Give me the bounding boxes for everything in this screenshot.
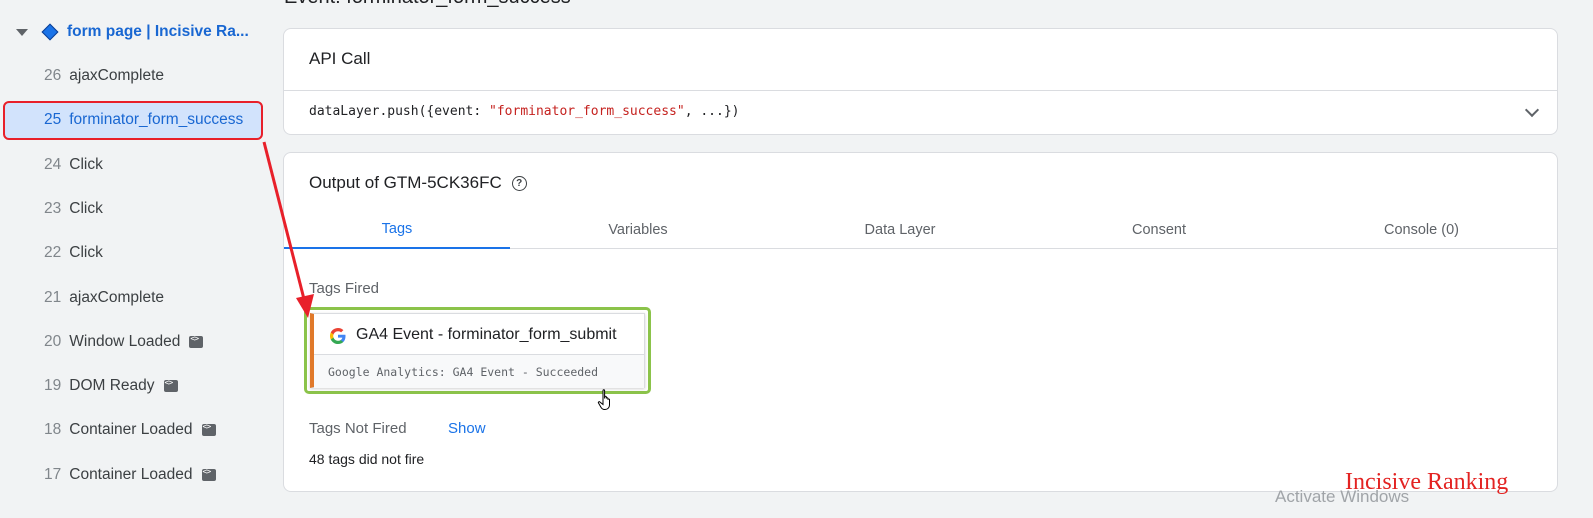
event-number: 19 [44,377,62,395]
event-label: Click [69,244,103,262]
google-icon [330,328,346,344]
sidebar-event-item[interactable]: 23 Click [44,197,103,221]
sidebar-event-item[interactable]: 21 ajaxComplete [44,286,164,310]
fired-tag-highlight: GA4 Event - forminator_form_submit Googl… [304,307,651,394]
fired-tag-subtitle: Google Analytics: GA4 Event - Succeeded [328,365,599,379]
not-fired-count: 48 tags did not fire [309,451,425,467]
code-event-string: "forminator_form_success" [489,104,685,119]
sidebar-event-item[interactable]: 22 Click [44,241,103,265]
tab-data-layer[interactable]: Data Layer [766,211,1034,249]
page-diamond-icon [41,23,59,41]
page-tree-item[interactable]: form page | Incisive Ra... [14,20,249,44]
output-title-text: Output of GTM-5CK36FC [309,173,502,192]
sidebar: form page | Incisive Ra... 26 ajaxComplet… [0,0,270,518]
tags-fired-label: Tags Fired [309,280,380,297]
api-call-code: dataLayer.push({event: "forminator_form_… [309,104,739,119]
sidebar-event-item[interactable]: 17 Container Loaded [44,463,216,487]
code-icon [189,334,204,348]
event-label: Container Loaded [69,465,193,483]
code-suffix: , ...}) [684,104,740,119]
event-number: 21 [44,288,62,306]
output-title: Output of GTM-5CK36FC ? [309,173,527,193]
event-number: 20 [44,332,62,350]
tab-consent[interactable]: Consent [1034,211,1284,249]
event-number: 17 [44,465,62,483]
code-icon [201,467,216,481]
sidebar-event-item[interactable]: 24 Click [44,153,103,177]
code-prefix: dataLayer.push({event: [309,104,490,119]
event-number: 25 [44,111,62,129]
expand-chevron-icon[interactable] [1524,102,1540,118]
event-label: DOM Ready [69,377,155,395]
output-tabs: Tags Variables Data Layer Consent Consol… [284,211,1557,249]
api-call-title: API Call [309,49,371,68]
sidebar-event-item[interactable]: 20 Window Loaded [44,330,204,354]
event-label: forminator_form_success [69,111,244,129]
fired-tag-card[interactable]: GA4 Event - forminator_form_submit Googl… [310,313,645,388]
event-label: Container Loaded [69,421,193,439]
event-title: Event: forminator_form_success [284,0,571,9]
event-label: ajaxComplete [69,67,165,84]
event-label: Click [69,155,103,173]
tags-not-fired-label: Tags Not Fired [309,420,407,437]
code-icon [201,422,216,437]
fired-tag-status: Google Analytics: GA4 Event - Succeeded [314,354,644,388]
tab-variables[interactable]: Variables [510,211,766,249]
event-number: 18 [44,421,62,439]
event-label: Click [69,199,103,217]
page-label: form page | Incisive Ra... [67,23,249,40]
show-not-fired-link[interactable]: Show [448,420,486,437]
event-number: 26 [44,67,62,84]
fired-tag-name: GA4 Event - forminator_form_submit [356,326,617,343]
sidebar-event-item[interactable]: 19 DOM Ready [44,374,178,398]
hand-cursor-icon [597,389,610,410]
sidebar-event-item[interactable]: 18 Container Loaded [44,418,216,442]
divider [284,90,1557,91]
caret-down-icon[interactable] [16,28,28,36]
event-label: Window Loaded [69,332,181,350]
event-number: 24 [44,155,62,173]
output-card: Output of GTM-5CK36FC ? Tags Variables D… [283,152,1558,492]
help-icon[interactable]: ? [511,175,527,191]
sidebar-event-item[interactable]: 25 forminator_form_success [44,108,243,132]
tab-tags[interactable]: Tags [284,211,510,249]
event-label: ajaxComplete [69,288,165,306]
api-call-card: API Call dataLayer.push({event: "formina… [283,28,1558,135]
sidebar-event-item[interactable]: 26 ajaxComplete [44,64,164,88]
code-icon [163,378,178,393]
event-number: 22 [44,244,62,262]
brand-watermark: Incisive Ranking [1345,469,1509,495]
tab-console[interactable]: Console (0) [1284,211,1559,249]
event-number: 23 [44,199,62,217]
